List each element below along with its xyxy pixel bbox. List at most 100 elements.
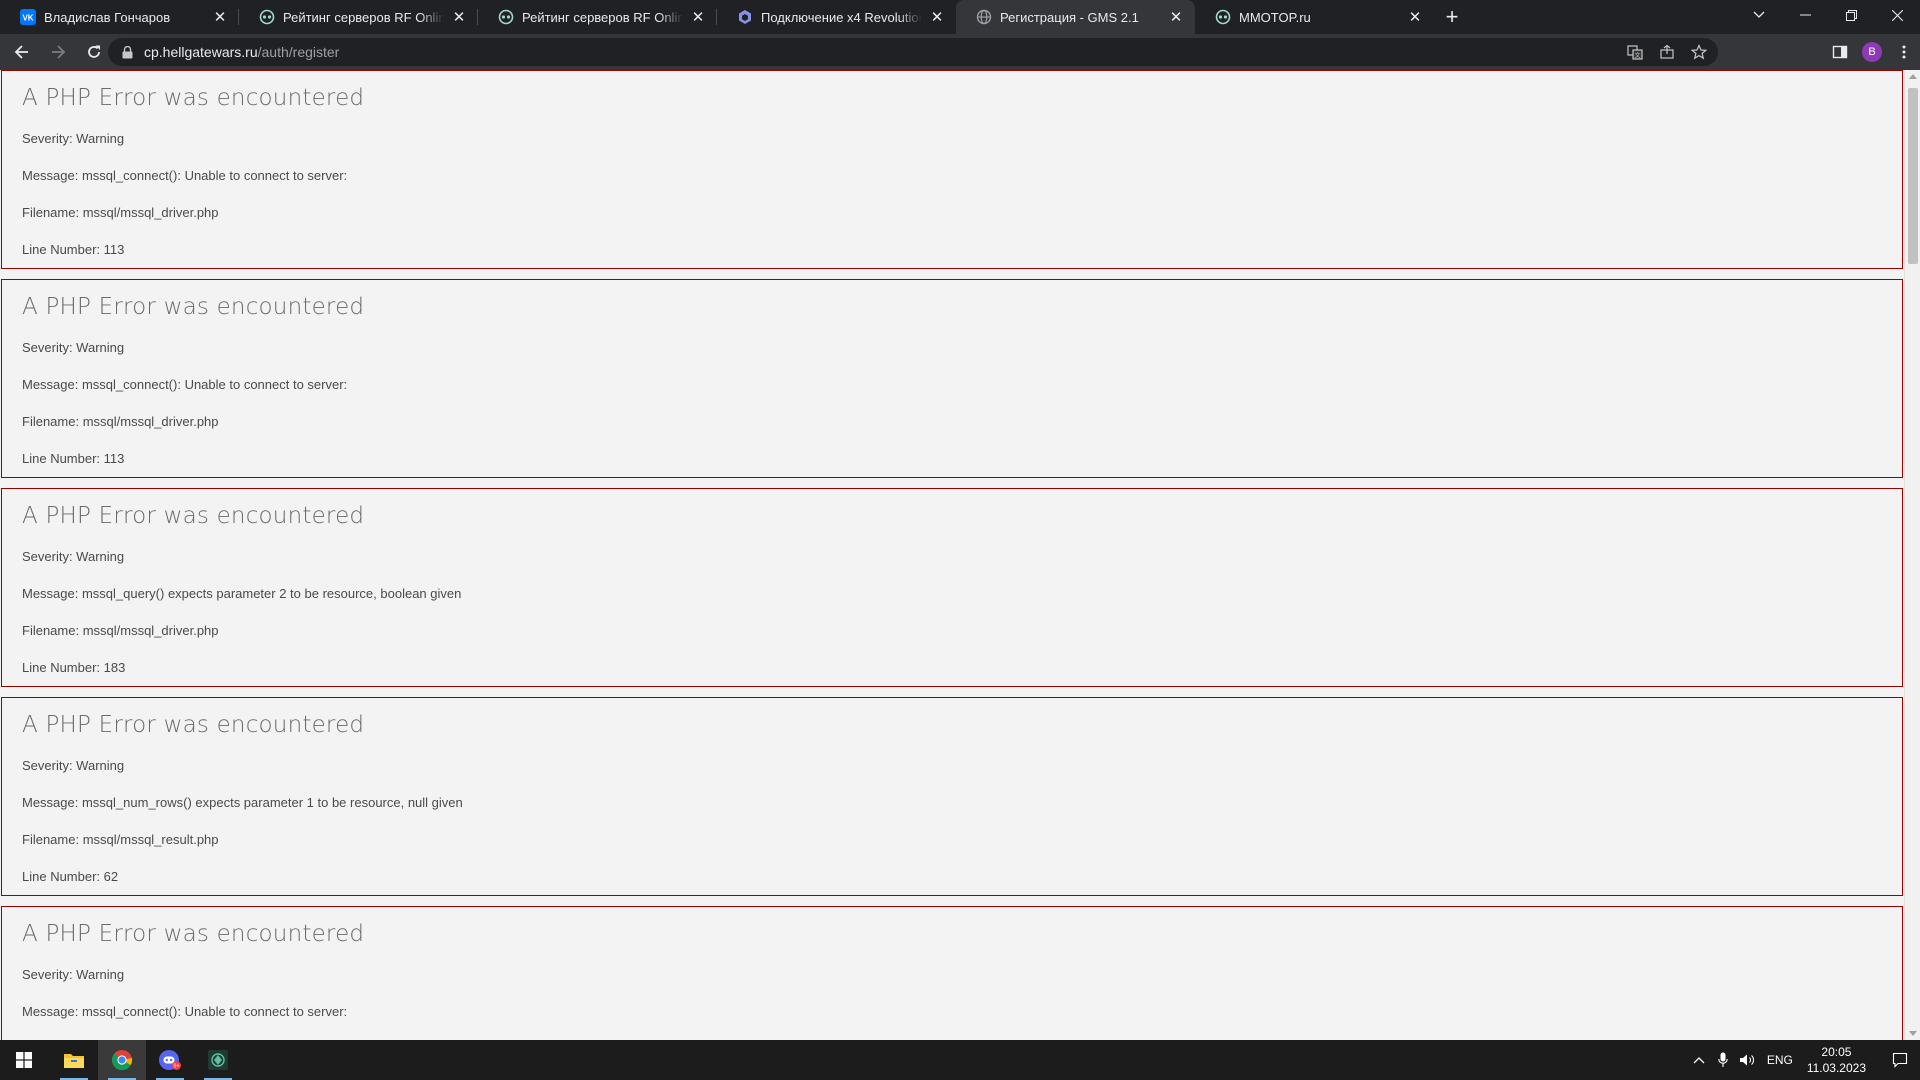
taskbar-app[interactable] — [194, 1040, 242, 1080]
chevron-up-icon — [1693, 1057, 1705, 1064]
tab-title: Регистрация - GMS 2.1 — [1000, 9, 1139, 25]
error-message: Message: mssql_connect(): Unable to conn… — [22, 1004, 348, 1019]
chevron-down-icon — [1753, 11, 1765, 18]
lock-icon[interactable] — [120, 45, 134, 59]
globe-icon — [976, 9, 992, 25]
error-severity: Severity: Warning — [22, 967, 125, 982]
taskbar-chrome[interactable] — [98, 1040, 146, 1080]
microphone-button[interactable] — [1711, 1052, 1735, 1068]
browser-toolbar: cp.hellgatewars.ru/auth/register 文 B — [0, 34, 1920, 70]
svg-text:VK: VK — [22, 14, 33, 23]
error-line-number: Line Number: 113 — [22, 242, 125, 257]
clock[interactable]: 20:05 11.03.2023 — [1807, 1044, 1866, 1076]
php-error-block: A PHP Error was encountered Severity: Wa… — [1, 70, 1903, 269]
forward-button[interactable] — [44, 38, 72, 66]
error-message: Message: mssql_num_rows() expects parame… — [22, 795, 463, 810]
arrow-right-icon — [52, 45, 66, 59]
tab-vk[interactable]: VK Владислав Гончаров ✕ — [0, 0, 239, 34]
error-severity: Severity: Warning — [22, 131, 125, 146]
close-icon[interactable]: ✕ — [1167, 8, 1185, 26]
php-error-block: A PHP Error was encountered Severity: Wa… — [1, 697, 1903, 896]
page-content: A PHP Error was encountered Severity: Wa… — [0, 70, 1904, 1040]
start-button[interactable] — [0, 1040, 48, 1080]
error-message: Message: mssql_query() expects parameter… — [22, 586, 462, 601]
mmotop-icon — [1215, 9, 1231, 25]
chrome-icon — [111, 1050, 133, 1071]
url-host: cp.hellgatewars.ru — [144, 44, 258, 60]
tab-title: MMOTOP.ru — [1239, 9, 1311, 25]
tab-registration[interactable]: Регистрация - GMS 2.1 ✕ — [956, 0, 1195, 34]
discord-icon: 9+ — [159, 1050, 181, 1070]
scrollbar-thumb[interactable] — [1908, 88, 1918, 264]
tab-mmotop-rating-2[interactable]: Рейтинг серверов RF Online | MMOTOP ✕ — [478, 0, 717, 34]
error-severity: Severity: Warning — [22, 758, 125, 773]
reload-button[interactable] — [80, 38, 108, 66]
back-button[interactable] — [8, 38, 36, 66]
vk-icon: VK — [20, 9, 36, 25]
volume-button[interactable] — [1735, 1053, 1759, 1067]
new-tab-button[interactable]: + — [1438, 3, 1466, 31]
clock-time: 20:05 — [1821, 1045, 1852, 1059]
error-heading: A PHP Error was encountered — [22, 85, 365, 111]
volume-icon — [1739, 1054, 1754, 1066]
close-icon[interactable]: ✕ — [928, 8, 946, 26]
error-severity: Severity: Warning — [22, 549, 125, 564]
php-error-block: A PHP Error was encountered Severity: Wa… — [1, 279, 1903, 478]
address-bar[interactable]: cp.hellgatewars.ru/auth/register 文 — [108, 38, 1718, 66]
reload-icon — [88, 45, 100, 58]
windows-taskbar: 9+ ENG 20:05 11.03.2023 — [0, 1040, 1920, 1080]
minimize-icon — [1799, 14, 1811, 16]
menu-button[interactable] — [1888, 36, 1920, 68]
tab-search-button[interactable] — [1736, 0, 1782, 30]
scroll-down-icon[interactable] — [1909, 1031, 1917, 1036]
toolbar-actions: B — [1824, 34, 1920, 70]
tab-hellgate-connection[interactable]: Подключение x4 Revolution | Hellgate ✕ — [717, 0, 956, 34]
close-icon[interactable]: ✕ — [450, 8, 468, 26]
tray-overflow-button[interactable] — [1687, 1056, 1711, 1064]
error-filename: Filename: mssql/mssql_driver.php — [22, 205, 219, 220]
profile-button[interactable]: B — [1856, 36, 1888, 68]
php-error-block: A PHP Error was encountered Severity: Wa… — [1, 906, 1903, 1040]
close-icon[interactable]: ✕ — [689, 8, 707, 26]
mmotop-icon — [259, 9, 275, 25]
translate-icon[interactable]: 文 — [1624, 41, 1646, 63]
error-filename: Filename: mssql/mssql_driver.php — [22, 623, 219, 638]
error-filename: Filename: mssql/mssql_result.php — [22, 832, 219, 847]
file-explorer-icon — [64, 1054, 84, 1068]
taskbar-file-explorer[interactable] — [50, 1040, 98, 1080]
close-icon[interactable]: ✕ — [1406, 8, 1424, 26]
notifications-button[interactable] — [1880, 1040, 1920, 1080]
share-icon[interactable] — [1656, 41, 1678, 63]
side-panel-button[interactable] — [1824, 36, 1856, 68]
taskbar-discord[interactable]: 9+ — [146, 1040, 194, 1080]
scroll-up-icon[interactable] — [1909, 74, 1917, 79]
tab-title: Рейтинг серверов RF Online | MMOTOP — [522, 9, 683, 25]
kebab-menu-icon — [1902, 45, 1906, 59]
input-language[interactable]: ENG — [1767, 1053, 1793, 1067]
restore-button[interactable] — [1828, 0, 1874, 30]
error-message: Message: mssql_connect(): Unable to conn… — [22, 168, 348, 183]
error-line-number: Line Number: 183 — [22, 660, 126, 675]
clock-date: 11.03.2023 — [1806, 1061, 1866, 1075]
page-scrollbar[interactable] — [1904, 70, 1920, 1040]
error-heading: A PHP Error was encountered — [22, 294, 365, 320]
error-filename: Filename: mssql/mssql_driver.php — [22, 414, 219, 429]
close-icon[interactable]: ✕ — [211, 8, 229, 26]
minimize-button[interactable] — [1782, 0, 1828, 30]
system-tray: ENG 20:05 11.03.2023 — [1687, 1040, 1920, 1080]
tab-mmotop-rating-1[interactable]: Рейтинг серверов RF Online | MMOTOP ✕ — [239, 0, 478, 34]
side-panel-icon — [1832, 45, 1848, 59]
window-close-button[interactable] — [1874, 0, 1920, 30]
arrow-left-icon — [14, 45, 28, 59]
error-heading: A PHP Error was encountered — [22, 503, 365, 529]
mmotop-icon — [498, 9, 514, 25]
app-icon — [208, 1050, 228, 1070]
error-line-number: Line Number: 62 — [22, 869, 119, 884]
url-path: /auth/register — [257, 44, 340, 60]
bookmark-star-icon[interactable] — [1688, 41, 1710, 63]
close-icon — [1891, 9, 1903, 21]
tab-title: Владислав Гончаров — [44, 9, 171, 25]
microphone-icon — [1718, 1052, 1728, 1067]
tab-mmotop[interactable]: MMOTOP.ru ✕ — [1195, 0, 1434, 34]
page-viewport: A PHP Error was encountered Severity: Wa… — [0, 70, 1920, 1040]
